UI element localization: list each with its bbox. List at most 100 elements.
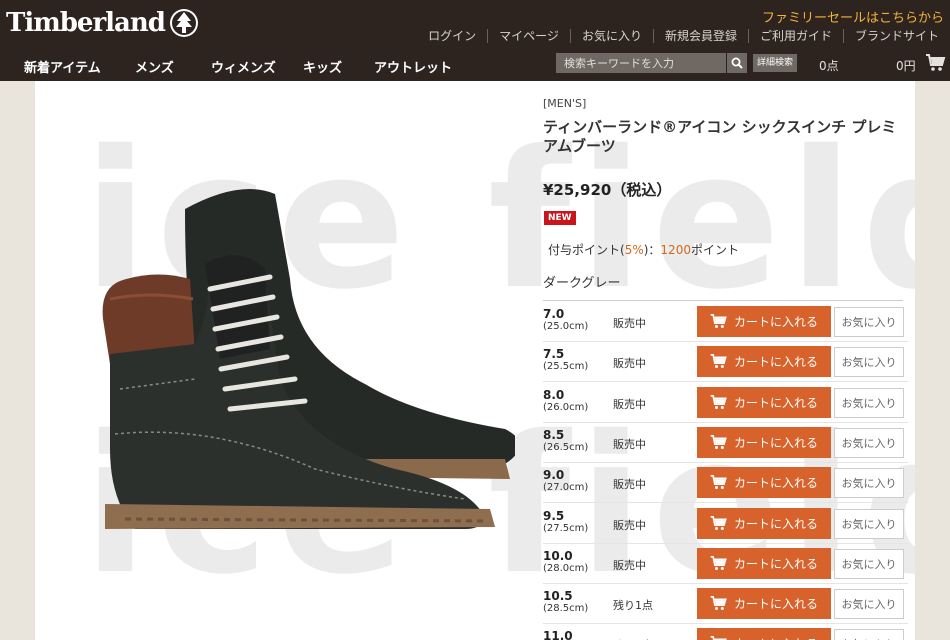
add-to-cart-button[interactable]: カートに入れる <box>697 628 831 640</box>
color-name: ダークグレー <box>543 276 621 291</box>
add-to-favorites-button[interactable]: お気に入り <box>834 548 904 579</box>
cart-icon <box>710 354 727 369</box>
nav-new-items[interactable]: 新着アイテム <box>24 57 101 76</box>
add-to-cart-button[interactable]: カートに入れる <box>697 547 831 579</box>
favorites-label: お気に入り <box>841 436 897 450</box>
cart-icon[interactable] <box>926 54 946 72</box>
brand-logo[interactable]: Timberland <box>6 8 199 38</box>
add-to-favorites-button[interactable]: お気に入り <box>834 468 904 499</box>
stock-status: 販売中 <box>613 478 646 492</box>
nav-womens[interactable]: ウィメンズ <box>211 57 276 76</box>
size-cm: (28.5cm) <box>543 603 589 615</box>
reward-points: 付与ポイント(5%)：1200ポイント <box>548 241 739 258</box>
nav-outlet[interactable]: アウトレット <box>374 57 452 76</box>
add-to-favorites-button[interactable]: お気に入り <box>834 387 904 418</box>
header-top: Timberland ファミリーセールはこちらから ログイン マイページ お気に… <box>0 0 950 48</box>
add-to-cart-label: カートに入れる <box>733 597 818 612</box>
add-to-cart-label: カートに入れる <box>733 315 818 329</box>
advanced-search-button[interactable]: 詳細検索 <box>753 54 798 72</box>
cart-icon <box>710 314 727 328</box>
add-to-cart-button[interactable]: カートに入れる <box>697 507 831 539</box>
nav-mens[interactable]: メンズ <box>135 57 174 76</box>
size-value: 9.0 <box>543 468 565 483</box>
new-badge: NEW <box>544 211 576 225</box>
add-to-cart-button[interactable]: カートに入れる <box>697 306 831 337</box>
size-value: 8.0 <box>543 387 565 402</box>
favorites-label: お気に入り <box>841 517 897 531</box>
gender-label: [MEN'S] <box>543 97 587 110</box>
size-row: 7.5 (25.5cm) 販売中 カートに入れる お気に入り <box>543 342 908 383</box>
size-value: 11.0 <box>543 629 573 640</box>
add-to-favorites-button[interactable]: お気に入り <box>834 508 904 539</box>
size-row: 9.0 (27.0cm) 販売中 カートに入れる お気に入り <box>543 463 908 504</box>
add-to-cart-label: カートに入れる <box>733 516 818 531</box>
size-cm: (27.0cm) <box>543 482 589 494</box>
size-row: 8.0 (26.0cm) 販売中 カートに入れる お気に入り <box>543 383 908 423</box>
size-cm: (27.5cm) <box>543 522 589 534</box>
cart-icon <box>710 434 727 449</box>
search-button[interactable] <box>726 53 747 73</box>
stock-status: 販売中 <box>613 558 646 572</box>
cart-icon <box>710 555 727 570</box>
family-sale-link[interactable]: ファミリーセールはこちらから <box>762 7 944 26</box>
size-value: 8.5 <box>543 427 565 442</box>
add-to-cart-label: カートに入れる <box>733 435 818 450</box>
brand-site-link[interactable]: ブランドサイト <box>842 29 950 43</box>
add-to-favorites-button[interactable]: お気に入り <box>834 589 904 620</box>
favorites-label: お気に入り <box>841 477 897 491</box>
nav-kids[interactable]: キッズ <box>303 57 342 76</box>
search-input[interactable] <box>556 53 726 73</box>
utility-nav: ログイン マイページ お気に入り 新規会員登録 ご利用ガイド ブランドサイト <box>417 29 950 43</box>
favorites-label: お気に入り <box>841 598 897 612</box>
product-image-boot[interactable] <box>65 169 515 529</box>
add-to-cart-button[interactable]: カートに入れる <box>697 426 831 458</box>
stock-status: 販売中 <box>613 357 646 371</box>
points-value: 1200 <box>660 243 691 257</box>
size-cm: (26.0cm) <box>543 401 589 413</box>
stock-status: 販売中 <box>613 317 646 330</box>
size-row: 9.5 (27.5cm) 販売中 カートに入れる お気に入り <box>543 504 908 544</box>
size-row: 8.5 (26.5cm) 販売中 カートに入れる お気に入り <box>543 423 908 463</box>
points-middle: )： <box>643 243 661 257</box>
mypage-link[interactable]: マイページ <box>487 29 570 43</box>
add-to-cart-label: カートに入れる <box>733 476 818 491</box>
size-value: 7.0 <box>543 307 565 321</box>
points-display: 0点 <box>819 59 839 73</box>
login-link[interactable]: ログイン <box>417 29 487 43</box>
favorites-label: お気に入り <box>841 396 897 410</box>
cart-icon <box>710 515 727 530</box>
favorites-label: お気に入り <box>842 636 897 640</box>
favorites-label: お気に入り <box>841 356 897 370</box>
size-row: 11.0残り1点カートに入れるお気に入り <box>543 624 908 640</box>
add-to-favorites-button[interactable]: お気に入り <box>834 427 904 458</box>
size-value: 10.5 <box>543 589 573 604</box>
size-value: 7.5 <box>543 347 565 362</box>
stock-status: 残り1点 <box>613 599 653 613</box>
cart-icon <box>710 475 727 490</box>
size-cm: (26.5cm) <box>543 441 589 453</box>
product-price: ¥25,920（税込） <box>543 181 672 199</box>
favorites-label: お気に入り <box>841 557 897 571</box>
cart-icon <box>710 636 727 640</box>
guide-link[interactable]: ご利用ガイド <box>747 29 843 43</box>
product-content: ice field ice field [MEN'S] ティンバーランド®アイコ… <box>35 81 915 640</box>
add-to-favorites-button[interactable]: お気に入り <box>834 347 904 378</box>
add-to-cart-button[interactable]: カートに入れる <box>697 467 831 499</box>
add-to-favorites-button[interactable]: お気に入り <box>834 629 904 640</box>
points-prefix: 付与ポイント( <box>548 243 625 257</box>
favorites-link[interactable]: お気に入り <box>569 29 653 43</box>
divider <box>543 300 903 301</box>
register-link[interactable]: 新規会員登録 <box>652 29 748 43</box>
add-to-cart-label: カートに入れる <box>733 556 818 571</box>
size-row: 10.0 (28.0cm) 販売中 カートに入れる お気に入り <box>543 544 908 584</box>
points-rate: 5% <box>624 243 644 257</box>
add-to-cart-label: カートに入れる <box>733 395 818 410</box>
add-to-cart-button[interactable]: カートに入れる <box>697 386 831 418</box>
favorites-label: お気に入り <box>841 316 897 329</box>
points-suffix: ポイント <box>690 243 739 257</box>
add-to-cart-button[interactable]: カートに入れる <box>697 346 831 378</box>
product-title: ティンバーランド®アイコン シックスインチ プレミアムブーツ <box>543 118 897 155</box>
add-to-cart-button[interactable]: カートに入れる <box>697 588 831 620</box>
size-cm: (28.0cm) <box>543 562 589 574</box>
add-to-favorites-button[interactable]: お気に入り <box>834 307 904 337</box>
